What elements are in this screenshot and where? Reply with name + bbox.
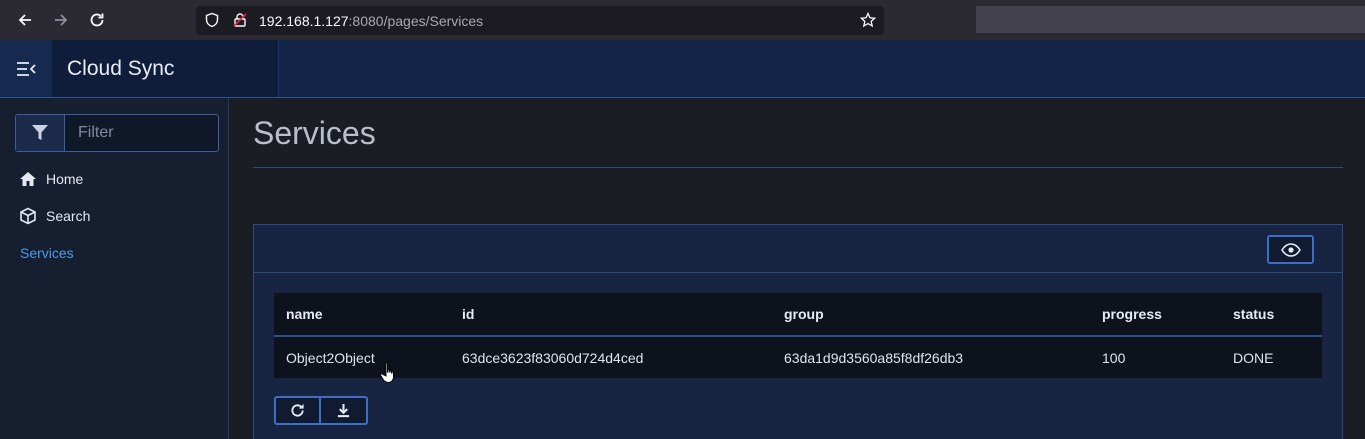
filter-group bbox=[15, 114, 219, 152]
menu-toggle-button[interactable] bbox=[0, 40, 52, 97]
column-header-group[interactable]: group bbox=[772, 293, 1090, 336]
cell-group: 63da1d9d3560a85f8df26db3 bbox=[784, 349, 964, 366]
app-header: Cloud Sync bbox=[0, 40, 1365, 98]
sidebar-item-search[interactable]: Search bbox=[18, 204, 90, 228]
browser-search-field[interactable] bbox=[976, 6, 1365, 33]
filter-button[interactable] bbox=[16, 115, 65, 151]
sidebar-item-home[interactable]: Home bbox=[18, 167, 83, 191]
url-path: :8080/pages/Services bbox=[348, 13, 484, 29]
bookmark-star-icon[interactable] bbox=[860, 12, 876, 28]
card-header bbox=[254, 225, 1342, 273]
url-host: 192.168.1.127 bbox=[259, 13, 349, 29]
column-header-status[interactable]: status bbox=[1221, 293, 1322, 336]
title-divider bbox=[253, 167, 1343, 168]
download-button[interactable] bbox=[321, 396, 368, 425]
shield-icon[interactable] bbox=[204, 12, 220, 28]
forward-button[interactable] bbox=[49, 8, 73, 32]
url-text: 192.168.1.127:8080/pages/Services bbox=[259, 13, 483, 29]
sidebar-item-label: Services bbox=[20, 245, 74, 261]
browser-toolbar: 192.168.1.127:8080/pages/Services bbox=[0, 0, 1365, 40]
url-bar[interactable]: 192.168.1.127:8080/pages/Services bbox=[196, 6, 884, 35]
services-table: name id group progress status Object2Obj… bbox=[274, 293, 1322, 378]
column-header-progress[interactable]: progress bbox=[1090, 293, 1221, 336]
download-icon bbox=[337, 403, 350, 418]
sidebar: Home Search Services bbox=[0, 98, 229, 439]
column-header-id[interactable]: id bbox=[450, 293, 772, 336]
toggle-visibility-button[interactable] bbox=[1267, 235, 1314, 264]
sidebar-item-label: Home bbox=[46, 171, 84, 187]
main-content: Services name id group progress status O… bbox=[230, 98, 1365, 439]
menu-collapse-icon bbox=[17, 61, 36, 76]
app-title: Cloud Sync bbox=[67, 57, 175, 80]
table-header-row: name id group progress status bbox=[274, 293, 1322, 336]
refresh-button[interactable] bbox=[274, 396, 321, 425]
reload-button[interactable] bbox=[85, 8, 109, 32]
sidebar-item-services[interactable]: Services bbox=[20, 241, 74, 265]
insecure-lock-icon[interactable] bbox=[232, 12, 248, 28]
cube-icon bbox=[18, 206, 38, 226]
refresh-icon bbox=[291, 404, 304, 417]
arrow-right-icon bbox=[55, 14, 68, 26]
column-header-name[interactable]: name bbox=[274, 293, 450, 336]
eye-icon bbox=[1280, 242, 1301, 257]
page-title: Services bbox=[253, 115, 376, 151]
arrow-left-icon bbox=[18, 14, 31, 26]
reload-icon bbox=[90, 13, 104, 27]
cell-name: Object2Object bbox=[286, 349, 375, 366]
table-row[interactable]: Object2Object 63dce3623f83060d724d4ced 6… bbox=[274, 336, 1322, 378]
back-button[interactable] bbox=[13, 8, 37, 32]
sidebar-item-label: Search bbox=[46, 208, 91, 224]
services-card: name id group progress status Object2Obj… bbox=[253, 224, 1343, 439]
cell-progress: 100 bbox=[1102, 349, 1126, 366]
brand-area: Cloud Sync bbox=[0, 40, 279, 97]
filter-icon bbox=[32, 125, 48, 140]
filter-input[interactable] bbox=[66, 115, 218, 151]
cell-status: DONE bbox=[1233, 349, 1274, 366]
services-table-wrapper: name id group progress status Object2Obj… bbox=[274, 293, 1322, 378]
cell-id: 63dce3623f83060d724d4ced bbox=[462, 349, 644, 366]
hand-pointer-icon bbox=[380, 362, 394, 384]
home-icon bbox=[18, 169, 38, 189]
table-toolbar bbox=[274, 396, 368, 425]
